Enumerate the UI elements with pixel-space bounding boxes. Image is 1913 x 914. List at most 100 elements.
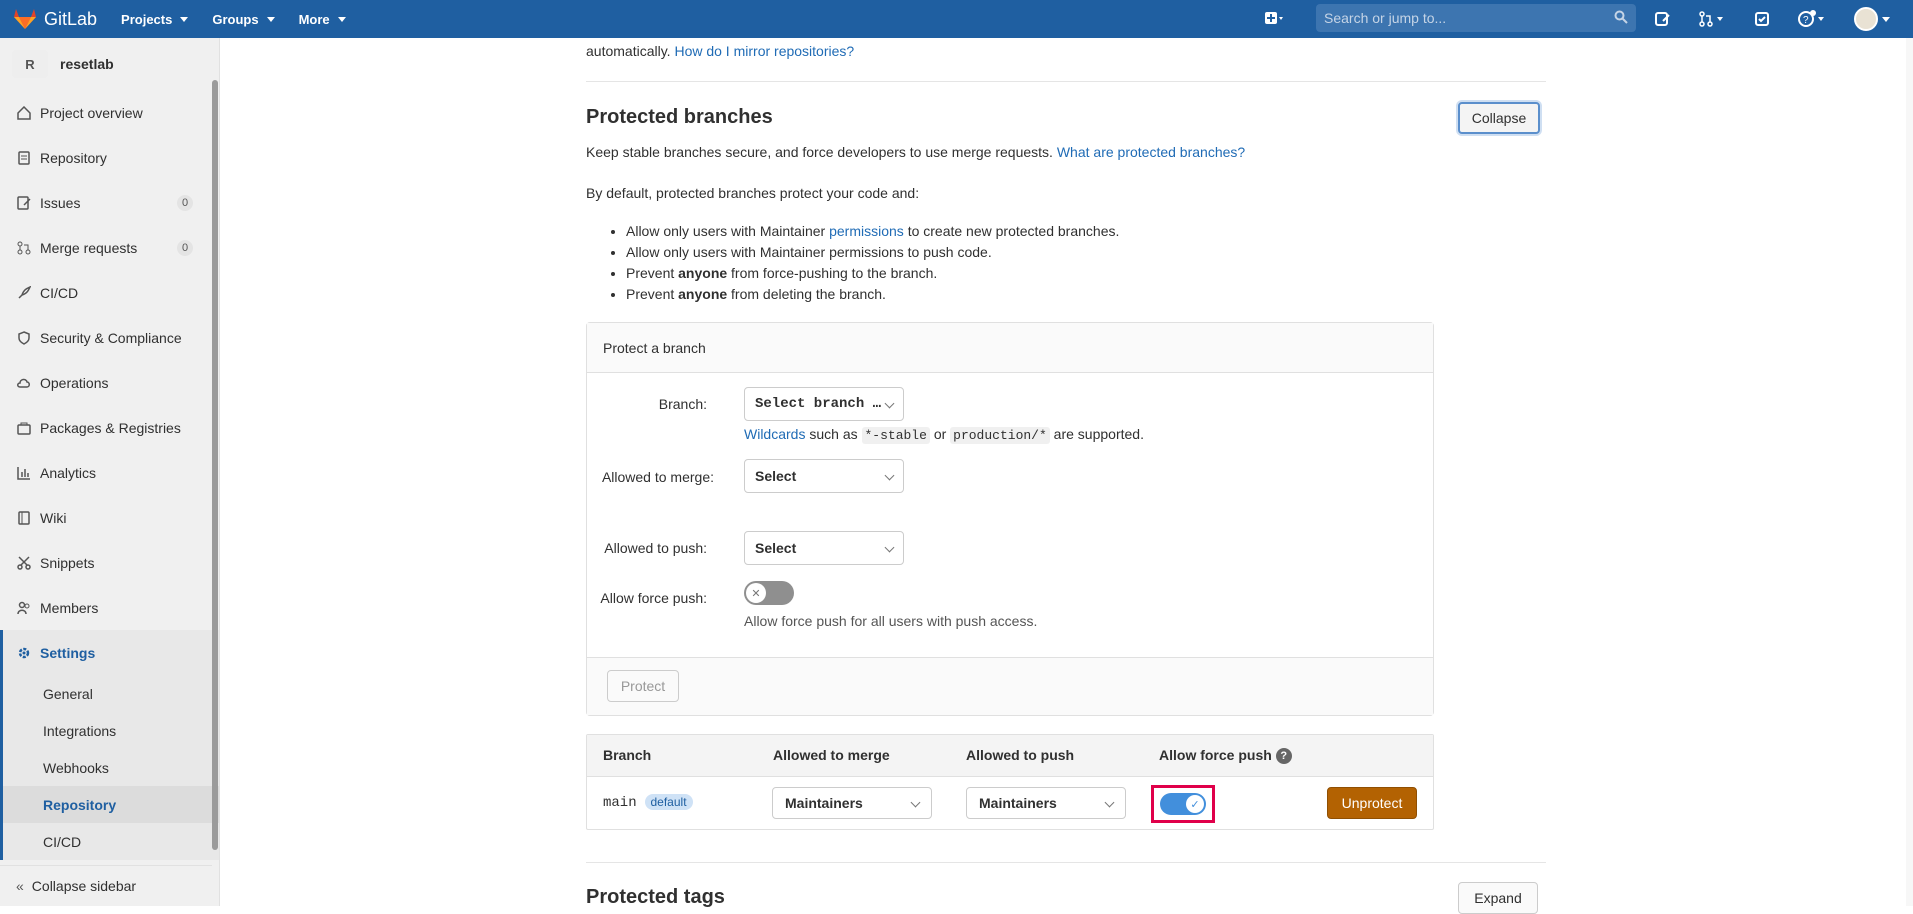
todo-icon[interactable] [1750,9,1774,29]
wildcards-text: are supported. [1053,426,1144,442]
sidebar-item-security[interactable]: Security & Compliance [0,315,219,360]
sidebar-item-label: Members [40,599,99,616]
chevron-down-icon [180,16,189,22]
page-scrollbar[interactable] [1906,38,1913,906]
sidebar-item-settings[interactable]: Settings [0,630,219,675]
close-icon: ✕ [746,583,766,603]
sidebar-scrollbar[interactable] [212,80,218,850]
allow-force-push-label: Allow force push: [600,590,707,606]
merge-requests-icon[interactable] [1696,9,1728,29]
column-header-force-push: Allow force push? [1159,747,1292,765]
package-icon [16,420,32,436]
new-item-icon[interactable] [1262,9,1286,29]
sidebar-item-packages[interactable]: Packages & Registries [0,405,219,450]
force-push-toggle[interactable]: ✓ [1160,793,1206,815]
list-item: Prevent anyone from deleting the branch. [626,284,1119,305]
search-placeholder: Search or jump to... [1324,10,1447,26]
gitlab-logo[interactable]: GitLab [14,9,97,30]
column-header-branch: Branch [603,747,652,763]
collapse-sidebar-button[interactable]: « Collapse sidebar [0,865,212,905]
project-name: resetlab [60,56,114,72]
allow-force-push-toggle[interactable]: ✕ [744,581,794,605]
cloud-icon [16,375,32,391]
push-select-value: Select [755,540,797,556]
sidebar-item-label: Repository [40,149,107,166]
question-icon[interactable]: ? [1275,748,1292,765]
rule-emphasis: anyone [678,265,728,281]
sidebar-item-label: Project overview [40,104,143,121]
sidebar-item-label: Snippets [40,554,95,571]
home-icon [16,105,32,121]
sidebar-item-merge-requests[interactable]: Merge requests 0 [0,225,219,270]
sidebar-item-members[interactable]: Members [0,585,219,630]
rule-text: from force-pushing to the branch. [731,265,938,281]
table-header: Branch Allowed to merge Allowed to push … [587,735,1433,777]
sidebar-subitem-cicd[interactable]: CI/CD [0,823,219,860]
protect-branch-header: Protect a branch [587,323,1433,373]
divider [586,862,1546,863]
sidebar-item-wiki[interactable]: Wiki [0,495,219,540]
issues-count-badge: 0 [177,194,193,211]
issues-icon[interactable] [1650,9,1674,29]
wildcards-text: such as [809,426,858,442]
protected-branches-help-link[interactable]: What are protected branches? [1057,144,1245,160]
allowed-to-merge-select[interactable]: Select [744,459,904,493]
sidebar-item-repository[interactable]: Repository [0,135,219,180]
list-item: Allow only users with Maintainer permiss… [626,221,1119,242]
chevron-down-icon [1104,797,1115,808]
sidebar-subitem-webhooks[interactable]: Webhooks [0,749,219,786]
sidebar-subitem-integrations[interactable]: Integrations [0,712,219,749]
collapse-sidebar-label: Collapse sidebar [31,877,137,894]
rule-emphasis: anyone [678,286,728,302]
sidebar-item-cicd[interactable]: CI/CD [0,270,219,315]
rule-text: Allow only users with Maintainer [626,223,826,239]
mirror-help-link[interactable]: How do I mirror repositories? [674,43,854,59]
sidebar: R resetlab Project overview Repository I… [0,38,220,906]
sidebar-subitem-repository[interactable]: Repository [0,786,219,823]
description-text: Keep stable branches secure, and force d… [586,144,1053,160]
sidebar-item-project-overview[interactable]: Project overview [0,90,219,135]
protected-branches-table: Branch Allowed to merge Allowed to push … [586,734,1434,830]
protect-button[interactable]: Protect [607,670,679,702]
rule-text: Prevent [626,265,675,281]
protection-rules-list: Allow only users with Maintainer permiss… [626,221,1119,305]
merge-icon [16,240,32,256]
push-access-select[interactable]: Maintainers [966,787,1126,819]
help-icon[interactable]: ? [1796,9,1828,29]
user-menu[interactable] [1850,7,1894,31]
top-navbar: GitLab Projects Groups More Search or ju… [0,0,1913,38]
table-row: main default Maintainers Maintainers ✓ U… [587,777,1433,829]
wildcards-help: Wildcards such as *-stable or production… [744,426,1144,444]
shield-icon [16,330,32,346]
sidebar-item-snippets[interactable]: Snippets [0,540,219,585]
collapse-button[interactable]: Collapse [1458,102,1540,134]
highlight-box: ✓ [1151,785,1215,823]
projects-menu[interactable]: Projects [121,12,189,27]
sidebar-item-label: Analytics [40,464,97,481]
groups-menu-label: Groups [212,11,259,27]
branch-select[interactable]: Select branch … [744,387,904,421]
chevron-down-icon [266,16,275,22]
wildcards-link[interactable]: Wildcards [744,426,805,442]
avatar [1854,7,1878,31]
protect-form-footer: Protect [587,657,1433,715]
sidebar-item-operations[interactable]: Operations [0,360,219,405]
more-menu[interactable]: More [299,12,346,27]
mirror-text: automatically. [586,43,671,59]
sidebar-item-issues[interactable]: Issues 0 [0,180,219,225]
svg-text:?: ? [1803,15,1809,26]
search-input[interactable]: Search or jump to... [1316,4,1636,32]
allowed-to-push-select[interactable]: Select [744,531,904,565]
sidebar-item-label: Security & Compliance [40,329,182,346]
groups-menu[interactable]: Groups [212,11,275,27]
protected-branches-title: Protected branches [586,106,773,128]
sidebar-item-analytics[interactable]: Analytics [0,450,219,495]
unprotect-button[interactable]: Unprotect [1327,787,1417,819]
sidebar-subitem-general[interactable]: General [0,675,219,712]
rule-text: to create new protected branches. [907,223,1120,239]
permissions-link[interactable]: permissions [829,223,904,239]
expand-button[interactable]: Expand [1458,882,1538,914]
sidebar-item-label: Wiki [40,509,67,526]
merge-access-select[interactable]: Maintainers [772,787,932,819]
sidebar-project[interactable]: R resetlab [0,38,219,90]
